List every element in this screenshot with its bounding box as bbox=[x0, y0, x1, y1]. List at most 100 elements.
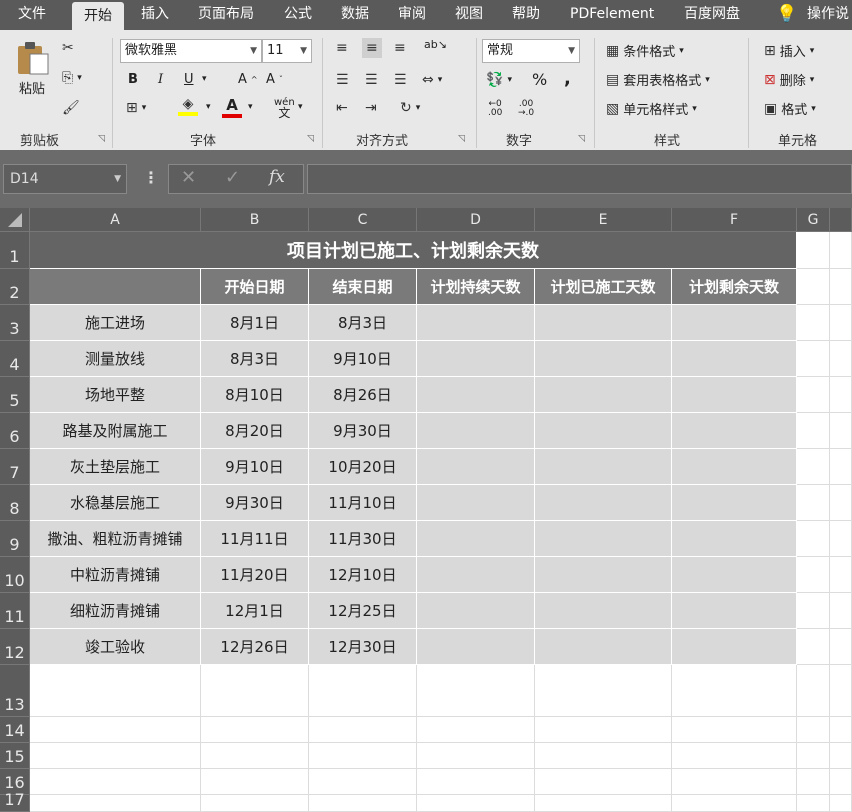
phonetic-dropdown-icon[interactable]: ▾ bbox=[298, 102, 303, 112]
cell-g10[interactable] bbox=[797, 557, 830, 593]
name-box-dropdown-icon[interactable]: ▼ bbox=[114, 165, 121, 193]
cell-d14[interactable] bbox=[417, 717, 535, 743]
tab-help[interactable]: 帮助 bbox=[512, 0, 540, 30]
cell-g8[interactable] bbox=[797, 485, 830, 521]
cell-b9[interactable]: 11月11日 bbox=[201, 521, 309, 557]
cell-b16[interactable] bbox=[201, 769, 309, 795]
cell-a16[interactable] bbox=[30, 769, 201, 795]
cell-e3[interactable] bbox=[535, 305, 672, 341]
increase-decimal-icon[interactable]: ←0.00 bbox=[488, 100, 502, 118]
header-cell-d[interactable]: 计划持续天数 bbox=[417, 269, 535, 305]
row-header-1[interactable]: 1 bbox=[0, 232, 30, 269]
header-cell-e[interactable]: 计划已施工天数 bbox=[535, 269, 672, 305]
cell-d8[interactable] bbox=[417, 485, 535, 521]
cell-d6[interactable] bbox=[417, 413, 535, 449]
row-header-6[interactable]: 6 bbox=[0, 413, 30, 449]
fill-color-icon[interactable]: ◈ bbox=[178, 96, 198, 116]
tab-baidu[interactable]: 百度网盘 bbox=[684, 0, 740, 30]
delete-cells-button[interactable]: ⊠ 删除 ▾ bbox=[764, 70, 814, 90]
comma-button[interactable]: , bbox=[564, 68, 571, 89]
cell-a10[interactable]: 中粒沥青摊铺 bbox=[30, 557, 201, 593]
cell-b6[interactable]: 8月20日 bbox=[201, 413, 309, 449]
cell-a7[interactable]: 灰土垫层施工 bbox=[30, 449, 201, 485]
decrease-indent-icon[interactable]: ⇤ bbox=[336, 100, 348, 116]
number-launcher-icon[interactable]: ◹ bbox=[578, 134, 585, 144]
cell-f14[interactable] bbox=[672, 717, 797, 743]
cell-c3[interactable]: 8月3日 bbox=[309, 305, 417, 341]
row-header-12[interactable]: 12 bbox=[0, 629, 30, 665]
cell-d9[interactable] bbox=[417, 521, 535, 557]
cell-h1[interactable] bbox=[830, 232, 852, 269]
header-cell-f[interactable]: 计划剩余天数 bbox=[672, 269, 797, 305]
cell-f4[interactable] bbox=[672, 341, 797, 377]
row-header-8[interactable]: 8 bbox=[0, 485, 30, 521]
cell-c17[interactable] bbox=[309, 795, 417, 812]
cell-f17[interactable] bbox=[672, 795, 797, 812]
italic-button[interactable]: I bbox=[158, 72, 163, 87]
cell-h17[interactable] bbox=[830, 795, 852, 812]
font-size-combo[interactable]: 11 ▼ bbox=[262, 39, 312, 63]
cell-b14[interactable] bbox=[201, 717, 309, 743]
cell-f7[interactable] bbox=[672, 449, 797, 485]
number-format-combo[interactable]: 常规 ▼ bbox=[482, 39, 580, 63]
cell-h8[interactable] bbox=[830, 485, 852, 521]
cell-c6[interactable]: 9月30日 bbox=[309, 413, 417, 449]
cell-h16[interactable] bbox=[830, 769, 852, 795]
percent-button[interactable]: % bbox=[532, 70, 547, 89]
fill-color-dropdown-icon[interactable]: ▾ bbox=[206, 102, 211, 112]
row-header-9[interactable]: 9 bbox=[0, 521, 30, 557]
row-header-4[interactable]: 4 bbox=[0, 341, 30, 377]
font-name-combo[interactable]: 微软雅黑 ▼ bbox=[120, 39, 262, 63]
cell-f16[interactable] bbox=[672, 769, 797, 795]
wrap-text-icon[interactable]: ↻ ▾ bbox=[400, 100, 420, 116]
cell-f15[interactable] bbox=[672, 743, 797, 769]
cell-g5[interactable] bbox=[797, 377, 830, 413]
cell-a11[interactable]: 细粒沥青摊铺 bbox=[30, 593, 201, 629]
formula-input[interactable] bbox=[307, 164, 852, 194]
row-header-2[interactable]: 2 bbox=[0, 269, 30, 305]
currency-icon[interactable]: 💱 ▾ bbox=[486, 72, 512, 88]
tab-view[interactable]: 视图 bbox=[455, 0, 483, 30]
decrease-decimal-icon[interactable]: .00 →.0 bbox=[518, 100, 534, 118]
cell-f6[interactable] bbox=[672, 413, 797, 449]
cell-h3[interactable] bbox=[830, 305, 852, 341]
row-header-13[interactable]: 13 bbox=[0, 665, 30, 717]
cell-c4[interactable]: 9月10日 bbox=[309, 341, 417, 377]
cell-h7[interactable] bbox=[830, 449, 852, 485]
more-options-icon[interactable]: ⋮ bbox=[143, 168, 159, 187]
cell-f5[interactable] bbox=[672, 377, 797, 413]
tab-pdfelement[interactable]: PDFelement bbox=[570, 0, 654, 30]
cell-d7[interactable] bbox=[417, 449, 535, 485]
cell-e4[interactable] bbox=[535, 341, 672, 377]
cell-c11[interactable]: 12月25日 bbox=[309, 593, 417, 629]
cancel-icon[interactable]: ✕ bbox=[181, 167, 196, 188]
cell-c14[interactable] bbox=[309, 717, 417, 743]
underline-dropdown-icon[interactable]: ▾ bbox=[202, 74, 207, 84]
cell-d10[interactable] bbox=[417, 557, 535, 593]
cell-a15[interactable] bbox=[30, 743, 201, 769]
lightbulb-icon[interactable]: 💡 bbox=[776, 0, 797, 30]
cell-d17[interactable] bbox=[417, 795, 535, 812]
cell-b7[interactable]: 9月10日 bbox=[201, 449, 309, 485]
header-cell-b[interactable]: 开始日期 bbox=[201, 269, 309, 305]
cell-f10[interactable] bbox=[672, 557, 797, 593]
cell-g15[interactable] bbox=[797, 743, 830, 769]
cell-b11[interactable]: 12月1日 bbox=[201, 593, 309, 629]
cell-h13[interactable] bbox=[830, 665, 852, 717]
cell-g16[interactable] bbox=[797, 769, 830, 795]
align-left-icon[interactable]: ☰ bbox=[336, 72, 349, 88]
cell-g17[interactable] bbox=[797, 795, 830, 812]
align-right-icon[interactable]: ☰ bbox=[394, 72, 407, 88]
cell-e14[interactable] bbox=[535, 717, 672, 743]
cell-g2[interactable] bbox=[797, 269, 830, 305]
format-painter-icon[interactable]: 🖌 bbox=[62, 100, 80, 116]
column-header-a[interactable]: A bbox=[30, 208, 201, 232]
increase-font-icon[interactable]: A ^ bbox=[238, 72, 258, 87]
cell-f12[interactable] bbox=[672, 629, 797, 665]
cell-c7[interactable]: 10月20日 bbox=[309, 449, 417, 485]
cell-d15[interactable] bbox=[417, 743, 535, 769]
cell-d3[interactable] bbox=[417, 305, 535, 341]
cell-h12[interactable] bbox=[830, 629, 852, 665]
font-color-icon[interactable]: A bbox=[222, 96, 242, 118]
cell-g3[interactable] bbox=[797, 305, 830, 341]
